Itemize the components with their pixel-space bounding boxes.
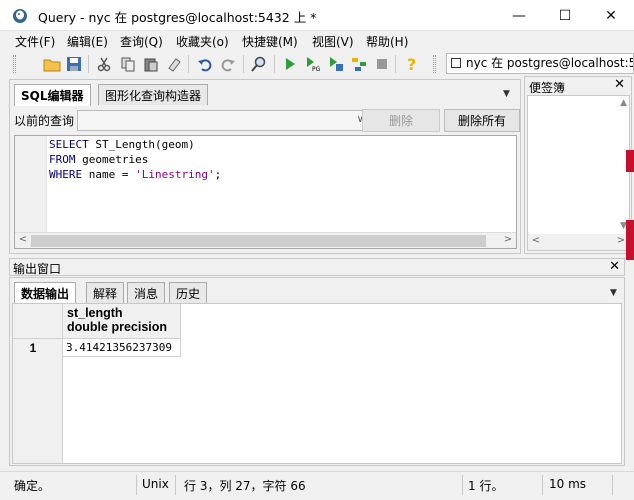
scroll-up-icon[interactable]: ▲	[620, 98, 627, 108]
toolbar: PG ? nyc 在 postgres@localhost:5432	[0, 51, 634, 77]
scratch-pad-text-area[interactable]: ▲ ▼ < >	[527, 95, 630, 251]
column-type: double precision	[67, 320, 168, 334]
stop-icon[interactable]	[372, 54, 392, 74]
toolbar-grip[interactable]	[13, 55, 16, 73]
status-exec-time: 10 ms	[549, 477, 587, 491]
close-button[interactable]: ✕	[588, 0, 634, 31]
execute-to-file-icon[interactable]	[326, 54, 346, 74]
status-bar: 确定。 Unix 行 3，列 27，字符 66 1 行。 10 ms	[0, 471, 634, 500]
save-icon[interactable]	[64, 54, 84, 74]
status-state: 确定。	[14, 479, 51, 493]
delete-button[interactable]: 删除	[362, 109, 440, 132]
copy-icon[interactable]	[118, 54, 138, 74]
status-row-count: 1 行。	[468, 479, 504, 493]
minimize-button[interactable]: —	[496, 0, 542, 31]
query-pane: SQL编辑器 图形化查询构造器 ▼ 以前的查询 ∨ 删除 删除所有 SELECT…	[9, 79, 521, 254]
connection-label: nyc 在 postgres@localhost:5432	[466, 56, 633, 70]
row-number-column	[13, 339, 63, 463]
connection-checkbox[interactable]	[451, 58, 461, 68]
result-cell[interactable]: 3.41421356237309	[63, 339, 181, 357]
tab-data-output[interactable]: 数据输出	[14, 282, 77, 304]
menu-help[interactable]: 帮助(H)	[366, 33, 408, 50]
editor-gutter	[15, 136, 47, 232]
app-elephant-icon	[13, 9, 27, 23]
connection-combo[interactable]: nyc 在 postgres@localhost:5432	[446, 53, 634, 74]
menu-macros[interactable]: 快捷键(M)	[242, 33, 298, 50]
scratch-pad-close-icon[interactable]: ✕	[614, 77, 625, 92]
code-line-1: SELECT ST_Length(geom)	[49, 138, 195, 151]
scroll-right-icon[interactable]: >	[500, 234, 516, 245]
previous-queries-label: 以前的查询	[14, 114, 75, 128]
status-cursor-position: 行 3，列 27，字符 66	[184, 479, 306, 493]
previous-queries-combo[interactable]: ∨	[77, 110, 369, 131]
column-header-st-length[interactable]: st_length double precision	[63, 304, 181, 339]
help-icon[interactable]: ?	[402, 54, 422, 74]
scroll-left-icon[interactable]: <	[528, 235, 544, 246]
menu-edit[interactable]: 编辑(E)	[67, 33, 108, 50]
output-close-icon[interactable]: ✕	[609, 259, 620, 274]
editor-horizontal-scrollbar[interactable]: < >	[15, 232, 516, 248]
tab-history[interactable]: 历史	[169, 282, 208, 303]
toolbar-grip-2[interactable]	[433, 55, 436, 73]
scratch-pad-title: 便签簿	[529, 81, 566, 95]
tab-menu-arrow-icon[interactable]: ▼	[503, 89, 510, 99]
grid-corner-header[interactable]	[13, 304, 63, 339]
output-pane: 数据输出 解释 消息 历史 ▼ st_length double precisi…	[9, 277, 625, 466]
paste-icon[interactable]	[141, 54, 161, 74]
column-name: st_length	[67, 306, 123, 320]
code-line-3: WHERE name = 'Linestring';	[49, 168, 222, 181]
row-number[interactable]: 1	[13, 339, 63, 357]
undo-icon[interactable]	[195, 54, 215, 74]
code-line-2: FROM geometries	[49, 153, 149, 166]
delete-all-button[interactable]: 删除所有	[444, 109, 520, 132]
execute-pgscript-icon[interactable]: PG	[303, 54, 323, 74]
tab-messages[interactable]: 消息	[127, 282, 166, 303]
output-window-title: 输出窗口	[13, 262, 62, 276]
svg-text:PG: PG	[312, 66, 321, 72]
scratch-pad-pane: 便签簿 ✕ ▲ ▼ < >	[524, 76, 632, 254]
output-window-header: 输出窗口 ✕	[9, 258, 625, 276]
tab-menu-arrow-icon[interactable]: ▼	[610, 288, 617, 298]
results-grid[interactable]: st_length double precision 1 3.414213562…	[12, 303, 622, 464]
cut-icon[interactable]	[94, 54, 114, 74]
maximize-button[interactable]: ☐	[542, 0, 588, 31]
title-bar: Query - nyc 在 postgres@localhost:5432 上 …	[0, 0, 634, 31]
redo-icon[interactable]	[218, 54, 238, 74]
scrollbar-thumb[interactable]	[31, 235, 486, 247]
execute-icon[interactable]	[280, 54, 300, 74]
menu-favourites[interactable]: 收藏夹(o)	[176, 33, 229, 50]
eraser-icon[interactable]	[164, 54, 184, 74]
tab-sql-editor[interactable]: SQL编辑器	[14, 84, 91, 106]
scroll-left-icon[interactable]: <	[15, 234, 31, 245]
menu-bar: 文件(F) 编辑(E) 查询(Q) 收藏夹(o) 快捷键(M) 视图(V) 帮助…	[0, 31, 634, 51]
svg-text:?: ?	[407, 55, 416, 73]
sql-editor[interactable]: SELECT ST_Length(geom) FROM geometries W…	[14, 135, 517, 249]
explain-icon[interactable]	[349, 54, 369, 74]
tab-graphical-query-builder[interactable]: 图形化查询构造器	[98, 84, 209, 105]
background-window-fragment	[626, 220, 634, 260]
menu-file[interactable]: 文件(F)	[15, 33, 55, 50]
tab-explain[interactable]: 解释	[86, 282, 125, 303]
menu-query[interactable]: 查询(Q)	[120, 33, 163, 50]
status-line-ending: Unix	[142, 477, 169, 491]
menu-view[interactable]: 视图(V)	[312, 33, 354, 50]
window-title: Query - nyc 在 postgres@localhost:5432 上 …	[38, 10, 317, 25]
background-window-fragment	[626, 150, 634, 172]
scratch-horizontal-scrollbar[interactable]: < >	[528, 234, 629, 250]
open-folder-icon[interactable]	[42, 54, 62, 74]
find-icon[interactable]	[249, 54, 269, 74]
